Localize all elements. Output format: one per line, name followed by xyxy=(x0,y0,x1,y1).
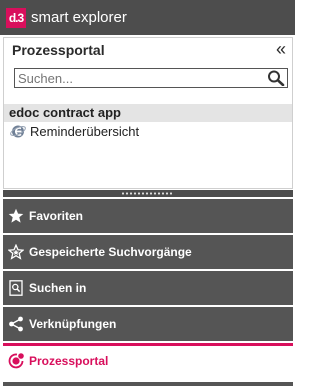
tree-group-label: edoc contract app xyxy=(9,105,121,120)
tree-item-reminderuebersicht[interactable]: Reminderübersicht xyxy=(4,122,292,140)
panel-title: Prozessportal xyxy=(12,42,105,58)
nav-item-prozessportal[interactable]: Prozessportal xyxy=(3,343,293,377)
panel-splitter[interactable] xyxy=(3,190,293,197)
search-input[interactable] xyxy=(18,69,258,87)
process-portal-icon xyxy=(8,353,24,369)
share-icon xyxy=(9,316,23,332)
panel-header: Prozessportal « xyxy=(4,38,292,64)
star-outline-icon xyxy=(8,244,24,260)
nav-label: Verknüpfungen xyxy=(29,317,117,331)
search-icon[interactable] xyxy=(267,70,285,86)
splitter-grip-icon xyxy=(121,192,173,195)
nav-item-suchen-in[interactable]: Suchen in xyxy=(3,271,293,305)
nav-item-favoriten[interactable]: Favoriten xyxy=(3,199,293,233)
process-portal-panel: Prozessportal « edoc contract app Remind… xyxy=(3,37,293,189)
search-document-icon xyxy=(9,280,23,296)
search-box xyxy=(14,68,288,88)
tree-group-edoc-contract-app[interactable]: edoc contract app xyxy=(4,104,292,122)
app-title: smart explorer xyxy=(31,9,127,26)
nav-label: Favoriten xyxy=(29,209,84,223)
app-logo: d.3 xyxy=(6,8,26,28)
nav-item-verknuepfungen[interactable]: Verknüpfungen xyxy=(3,307,293,341)
nav-label: Gespeicherte Suchvorgänge xyxy=(29,245,192,259)
nav-label: Suchen in xyxy=(29,281,87,295)
bottom-strip xyxy=(3,382,293,386)
tree-item-label: Reminderübersicht xyxy=(30,124,140,139)
star-icon xyxy=(8,208,24,223)
collapse-panel-button[interactable]: « xyxy=(276,39,286,60)
browser-e-icon xyxy=(10,125,26,138)
nav-item-gespeicherte-suchvorgaenge[interactable]: Gespeicherte Suchvorgänge xyxy=(3,235,293,269)
app-header: d.3 smart explorer xyxy=(0,0,295,35)
nav-label: Prozessportal xyxy=(29,354,109,368)
